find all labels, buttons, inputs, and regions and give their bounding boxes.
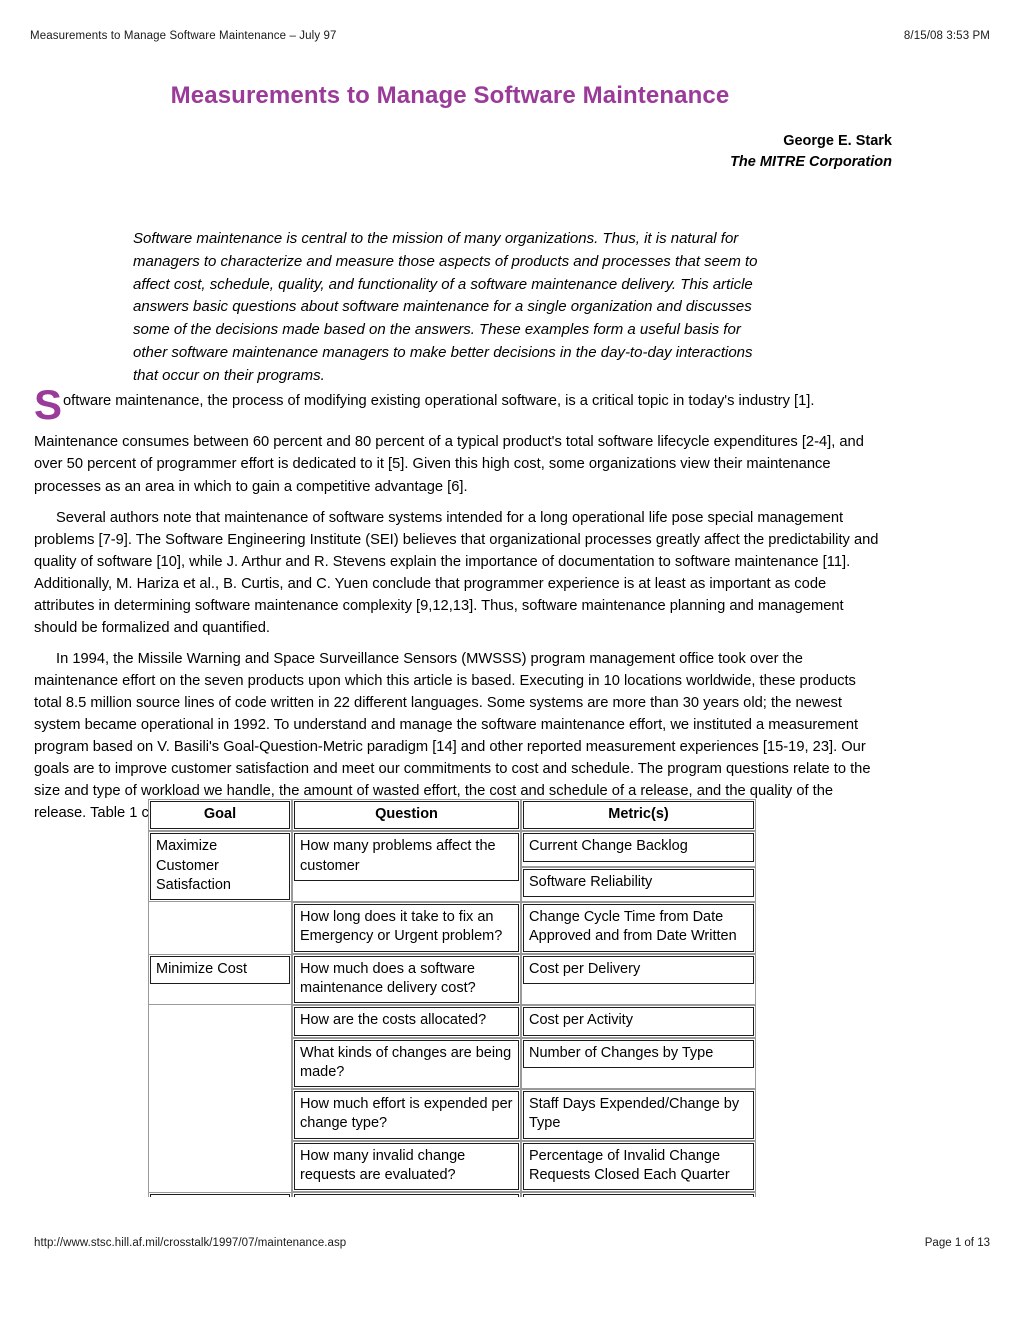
cell-question: How difficult is the delivery?	[292, 1192, 521, 1197]
cell-goal: Minimize Schedule	[148, 1192, 292, 1197]
cell-metric: Complexity Assessment	[521, 1192, 756, 1197]
cell-question: How much effort is expended per change t…	[292, 1089, 521, 1141]
page-title: Measurements to Manage Software Maintena…	[170, 82, 730, 109]
cell-metric-text: Software Reliability	[523, 868, 754, 897]
cell-goal-empty	[148, 1089, 292, 1141]
cell-metric: Number of Changes by Type	[521, 1037, 756, 1090]
cell-metric: Cost per Activity	[521, 1005, 756, 1038]
cell-goal-text: Maximize Customer Satisfaction	[150, 833, 290, 901]
cell-metric: Staff Days Expended/Change by Type	[521, 1089, 756, 1141]
cell-question-text: How much does a software maintenance del…	[294, 955, 519, 1004]
running-foot: http://www.stsc.hill.af.mil/crosstalk/19…	[34, 1237, 990, 1249]
cell-goal-empty	[148, 1140, 292, 1193]
cell-metric-text: Change Cycle Time from Date Approved and…	[523, 904, 754, 952]
cell-goal: Maximize Customer Satisfaction	[148, 831, 292, 903]
cell-question: How many invalid change requests are eva…	[292, 1140, 521, 1193]
column-header-metric-label: Metric(s)	[523, 801, 754, 830]
cell-goal-empty	[148, 1037, 292, 1090]
column-header-goal-label: Goal	[150, 801, 290, 830]
cell-goal: Minimize Cost	[148, 953, 292, 1006]
cell-metric: Cost per Delivery	[521, 953, 756, 1006]
running-head-title: Measurements to Manage Software Maintena…	[30, 30, 337, 42]
table-row: How much effort is expended per change t…	[148, 1089, 756, 1141]
source-url: http://www.stsc.hill.af.mil/crosstalk/19…	[34, 1237, 347, 1249]
table-row: How many invalid change requests are eva…	[148, 1140, 756, 1193]
cell-question: How long does it take to fix an Emergenc…	[292, 902, 521, 954]
column-header-question: Question	[292, 799, 521, 832]
column-header-metric: Metric(s)	[521, 799, 756, 832]
cell-metric: Software Reliability	[521, 866, 756, 903]
page-number: Page 1 of 13	[924, 1237, 990, 1249]
table-row: How are the costs allocated? Cost per Ac…	[148, 1005, 756, 1038]
table-row: How long does it take to fix an Emergenc…	[148, 902, 756, 954]
author-affiliation: The MITRE Corporation	[730, 153, 892, 170]
running-head-timestamp: 8/15/08 3:53 PM	[903, 30, 990, 42]
body-paragraph: Maintenance consumes between 60 percent …	[34, 434, 864, 495]
body-paragraph: In 1994, the Missile Warning and Space S…	[34, 650, 871, 822]
cell-question: How are the costs allocated?	[292, 1005, 521, 1038]
lead-paragraph-text: oftware maintenance, the process of modi…	[63, 393, 815, 409]
cell-metric-text: Percentage of Invalid Change Requests Cl…	[523, 1142, 754, 1191]
cell-question-text: How are the costs allocated?	[294, 1007, 519, 1036]
column-header-question-label: Question	[294, 801, 519, 830]
cell-metric-text: Number of Changes by Type	[523, 1039, 754, 1068]
cell-question-text: How difficult is the delivery?	[294, 1194, 519, 1197]
cell-question-text: How many invalid change requests are eva…	[294, 1142, 519, 1191]
cell-metric: Current Change Backlog	[521, 831, 756, 867]
table-row: Minimize Cost How much does a software m…	[148, 953, 756, 1006]
abstract: Software maintenance is central to the m…	[133, 230, 758, 384]
cell-goal-empty	[148, 1005, 292, 1038]
column-header-goal: Goal	[148, 799, 292, 832]
cell-metric-text: Staff Days Expended/Change by Type	[523, 1091, 754, 1139]
table-header-row: Goal Question Metric(s)	[148, 799, 756, 832]
table-row: Minimize Schedule How difficult is the d…	[148, 1192, 756, 1197]
author-name: George E. Stark	[783, 133, 892, 149]
table-row: What kinds of changes are being made? Nu…	[148, 1037, 756, 1090]
cell-question-text: How long does it take to fix an Emergenc…	[294, 904, 519, 952]
cell-question-text: What kinds of changes are being made?	[294, 1039, 519, 1088]
table-1-container: Goal Question Metric(s) Maximize Custome…	[148, 799, 756, 1197]
goal-question-metric-table: Goal Question Metric(s) Maximize Custome…	[148, 799, 756, 1197]
body-paragraph: Several authors note that maintenance of…	[34, 509, 879, 636]
byline: George E. Stark The MITRE Corporation	[0, 131, 892, 172]
cell-goal-text: Minimize Cost	[150, 955, 290, 984]
cell-metric: Percentage of Invalid Change Requests Cl…	[521, 1140, 756, 1193]
cell-metric-text: Current Change Backlog	[523, 833, 754, 862]
table-row: Maximize Customer Satisfaction How many …	[148, 831, 756, 903]
cell-question: How many problems affect the customer	[292, 831, 521, 903]
article-body: Software maintenance, the process of mod…	[34, 390, 886, 833]
cell-metric-text: Complexity Assessment	[523, 1194, 754, 1197]
cell-question-text: How much effort is expended per change t…	[294, 1091, 519, 1139]
lead-paragraph: Software maintenance, the process of mod…	[34, 390, 886, 422]
cell-metric-text: Cost per Delivery	[523, 955, 754, 984]
cell-metric-text: Cost per Activity	[523, 1007, 754, 1036]
cell-metric: Change Cycle Time from Date Approved and…	[521, 902, 756, 954]
running-head: Measurements to Manage Software Maintena…	[30, 30, 990, 42]
cell-question: How much does a software maintenance del…	[292, 953, 521, 1006]
drop-cap: S	[34, 390, 63, 423]
cell-goal-empty	[148, 902, 292, 954]
cell-question-text: How many problems affect the customer	[294, 833, 519, 881]
cell-question: What kinds of changes are being made?	[292, 1037, 521, 1090]
cell-goal-text: Minimize Schedule	[150, 1194, 290, 1197]
